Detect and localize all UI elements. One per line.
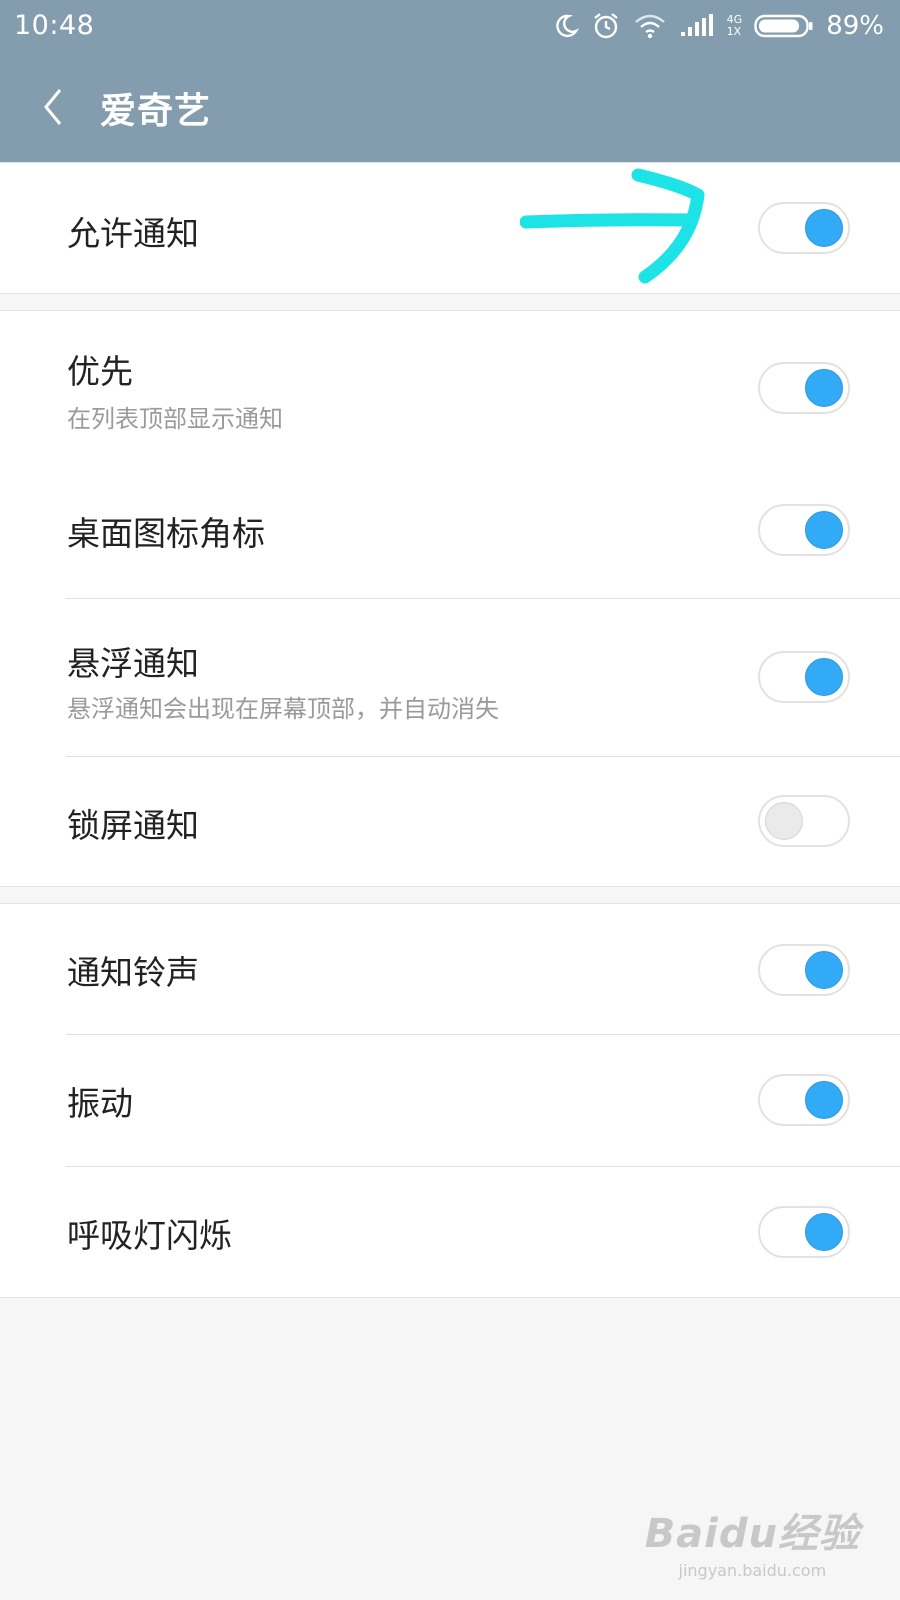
toggle-knob <box>805 511 843 549</box>
setting-label: 桌面图标角标 <box>67 514 265 553</box>
setting-row-vibrate[interactable]: 振动 <box>0 1035 900 1166</box>
alarm-icon <box>593 13 618 39</box>
signal-icon <box>680 14 713 36</box>
setting-label: 允许通知 <box>67 214 199 253</box>
baidu-watermark: Baidu经验 jingyan.baidu.com <box>645 1501 860 1580</box>
priority-toggle[interactable] <box>758 362 850 414</box>
toggle-knob <box>805 951 843 989</box>
status-bar: 10:48 4G 1X 89% <box>0 0 900 52</box>
moon-icon <box>555 14 579 38</box>
status-icons: 4G 1X 89% <box>553 6 884 46</box>
settings-group-alerts: 通知铃声 振动 呼吸灯闪烁 <box>0 903 900 1298</box>
toggle-knob <box>805 658 843 696</box>
page-title: 爱奇艺 <box>100 91 212 132</box>
allow-notifications-toggle[interactable] <box>758 202 850 254</box>
watermark-sub: jingyan.baidu.com <box>678 1561 827 1580</box>
setting-row-lockscreen[interactable]: 锁屏通知 <box>0 757 900 886</box>
setting-label: 锁屏通知 <box>67 806 199 845</box>
battery-icon <box>754 14 813 38</box>
setting-row-badge[interactable]: 桌面图标角标 <box>0 461 900 599</box>
badge-toggle[interactable] <box>758 504 850 556</box>
annotation-arrow-icon <box>520 168 705 284</box>
toggle-knob <box>765 802 803 840</box>
setting-row-floating[interactable]: 悬浮通知 悬浮通知会出现在屏幕顶部，并自动消失 <box>0 599 900 756</box>
setting-label: 通知铃声 <box>67 953 199 992</box>
watermark-main: Baidu经验 <box>644 1511 860 1557</box>
setting-description: 悬浮通知会出现在屏幕顶部，并自动消失 <box>67 695 499 723</box>
chevron-left-icon[interactable] <box>38 82 68 132</box>
setting-label: 优先 <box>67 352 133 391</box>
setting-row-breathing-light[interactable]: 呼吸灯闪烁 <box>0 1167 900 1297</box>
wifi-icon <box>634 14 665 39</box>
toggle-knob <box>805 1081 843 1119</box>
floating-toggle[interactable] <box>758 651 850 703</box>
toggle-knob <box>805 209 843 247</box>
setting-row-priority[interactable]: 优先 在列表顶部显示通知 <box>0 311 900 461</box>
breathing-light-toggle[interactable] <box>758 1206 850 1258</box>
vibrate-toggle[interactable] <box>758 1074 850 1126</box>
setting-label: 振动 <box>67 1084 133 1123</box>
status-time: 10:48 <box>14 10 95 41</box>
ringtone-toggle[interactable] <box>758 944 850 996</box>
toggle-knob <box>805 369 843 407</box>
setting-row-allow-notifications[interactable]: 允许通知 <box>0 163 900 293</box>
battery-percentage: 89% <box>826 11 884 41</box>
settings-group-main: 允许通知 <box>0 162 900 294</box>
setting-label: 呼吸灯闪烁 <box>67 1216 232 1255</box>
toggle-knob <box>805 1213 843 1251</box>
setting-description: 在列表顶部显示通知 <box>67 405 283 433</box>
network-type-bottom: 1X <box>726 25 742 38</box>
setting-label: 悬浮通知 <box>67 644 199 683</box>
setting-row-ringtone[interactable]: 通知铃声 <box>0 904 900 1034</box>
settings-group-display: 优先 在列表顶部显示通知 桌面图标角标 悬浮通知 悬浮通知会出现在屏幕顶部，并自… <box>0 310 900 887</box>
lockscreen-toggle[interactable] <box>758 795 850 847</box>
app-bar: 爱奇艺 <box>0 52 900 162</box>
network-type: 4G 1X <box>727 14 743 38</box>
